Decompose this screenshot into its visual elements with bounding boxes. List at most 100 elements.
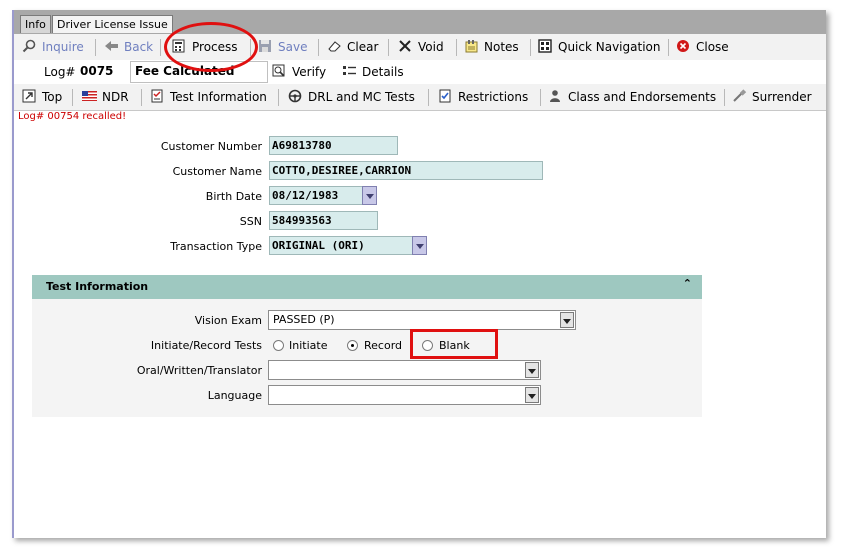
divider (540, 89, 541, 106)
birth-date-dropdown-icon[interactable] (362, 186, 377, 205)
record-radio[interactable] (347, 340, 358, 351)
nav-top[interactable]: Top (22, 88, 62, 106)
back-label: Back (124, 40, 154, 54)
details-icon (342, 64, 357, 78)
test-information-section-header[interactable]: Test Information ⌃ (32, 275, 702, 299)
birth-date-value: 08/12/1983 (272, 189, 339, 202)
section-navigation: Top NDR Test Information DRL and MC Test… (14, 84, 826, 111)
inquire-button[interactable]: Inquire (22, 38, 84, 56)
person-icon (548, 89, 563, 103)
divider (72, 89, 73, 106)
void-label: Void (418, 40, 444, 54)
divider (530, 39, 531, 56)
steering-wheel-icon (288, 89, 303, 103)
divider (456, 39, 457, 56)
magnifier-icon (22, 39, 37, 53)
recalled-message: Log# 00754 recalled! (18, 111, 127, 122)
transaction-type-dropdown-icon[interactable] (412, 236, 427, 255)
customer-name-label: Customer Name (172, 165, 262, 178)
record-radio-label: Record (364, 339, 403, 352)
us-flag-icon (82, 89, 97, 103)
clear-button[interactable]: Clear (327, 38, 378, 56)
vision-exam-label: Vision Exam (194, 314, 262, 327)
log-number-value: 0075 (80, 64, 114, 78)
initiate-radio-label: Initiate (289, 339, 328, 352)
inquire-label: Inquire (42, 40, 84, 54)
nav-drl-mc-tests-label: DRL and MC Tests (308, 90, 415, 104)
close-label: Close (696, 40, 729, 54)
birth-date-label: Birth Date (205, 190, 262, 203)
nav-restrictions[interactable]: Restrictions (438, 88, 528, 106)
vision-exam-value: PASSED (P) (273, 313, 335, 326)
surrender-icon (732, 89, 747, 103)
notes-label: Notes (484, 40, 519, 54)
notes-button[interactable]: Notes (464, 38, 519, 56)
top-icon (22, 89, 37, 103)
verify-icon (272, 64, 287, 78)
nav-ndr[interactable]: NDR (82, 88, 129, 106)
nav-restrictions-label: Restrictions (458, 90, 529, 104)
collapse-chevron-icon[interactable]: ⌃ (683, 277, 692, 290)
customer-number-field[interactable]: A69813780 (269, 136, 398, 155)
nav-top-label: Top (42, 90, 63, 104)
initiate-record-tests-label: Initiate/Record Tests (150, 339, 262, 352)
floppy-disk-icon (258, 39, 273, 53)
customer-name-field[interactable]: COTTO,DESIREE,CARRION (269, 161, 543, 180)
nav-surrender[interactable]: Surrender (732, 88, 812, 106)
divider (388, 39, 389, 56)
language-dropdown-icon[interactable] (525, 387, 539, 403)
divider (160, 39, 161, 56)
vision-exam-select[interactable]: PASSED (P) (268, 310, 576, 330)
transaction-type-field[interactable]: ORIGINAL (ORI) (269, 236, 427, 255)
clear-label: Clear (347, 40, 379, 54)
nav-drl-mc-tests[interactable]: DRL and MC Tests (288, 88, 415, 106)
transaction-type-value: ORIGINAL (ORI) (272, 239, 365, 252)
divider (428, 89, 429, 106)
quick-navigation-label: Quick Navigation (558, 40, 661, 54)
test-information-heading: Test Information (46, 280, 149, 293)
divider (318, 39, 319, 56)
nav-class-endorsements[interactable]: Class and Endorsements (548, 88, 716, 106)
close-button[interactable]: Close (676, 38, 729, 56)
details-button[interactable]: Details (342, 63, 404, 81)
divider (724, 89, 725, 106)
nav-surrender-label: Surrender (752, 90, 812, 104)
divider (141, 89, 142, 106)
oral-written-translator-dropdown-icon[interactable] (525, 362, 539, 378)
tab-info[interactable]: Info (20, 15, 51, 33)
log-number-label: Log# (44, 65, 76, 79)
save-label: Save (278, 40, 308, 54)
ssn-field[interactable]: 584993563 (269, 211, 378, 230)
quick-navigation-icon (538, 39, 553, 53)
oral-written-translator-select[interactable] (268, 360, 541, 380)
nav-ndr-label: NDR (102, 90, 129, 104)
verify-label: Verify (292, 65, 327, 79)
back-arrow-icon (104, 39, 119, 53)
vision-exam-dropdown-icon[interactable] (560, 312, 574, 328)
blank-highlight-box (410, 329, 498, 359)
verify-button[interactable]: Verify (272, 63, 326, 81)
quick-navigation-button[interactable]: Quick Navigation (538, 38, 660, 56)
birth-date-field[interactable]: 08/12/1983 (269, 186, 377, 205)
back-button[interactable]: Back (104, 38, 153, 56)
log-bar: Log# 0075 Fee Calculated Verify Details (14, 60, 826, 85)
void-button[interactable]: Void (398, 38, 444, 56)
language-label: Language (207, 389, 262, 402)
transaction-type-label: Transaction Type (170, 240, 262, 253)
tab-strip: Info Driver License Issue (14, 10, 826, 34)
divider (95, 39, 96, 56)
close-circle-icon (676, 39, 691, 53)
notes-icon (464, 39, 479, 53)
application-window: Info Driver License Issue Inquire Back P… (12, 10, 826, 538)
divider (278, 89, 279, 106)
main-toolbar: Inquire Back Process Save Clear Void Not… (14, 34, 826, 61)
nav-test-information[interactable]: Test Information (150, 88, 267, 106)
tab-driver-license-issue[interactable]: Driver License Issue (52, 15, 173, 33)
initiate-radio[interactable] (273, 340, 284, 351)
nav-class-endorsements-label: Class and Endorsements (568, 90, 717, 104)
test-checklist-icon (150, 89, 165, 103)
details-label: Details (362, 65, 404, 79)
save-button[interactable]: Save (258, 38, 307, 56)
process-highlight-ellipse (164, 22, 258, 72)
language-select[interactable] (268, 385, 541, 405)
